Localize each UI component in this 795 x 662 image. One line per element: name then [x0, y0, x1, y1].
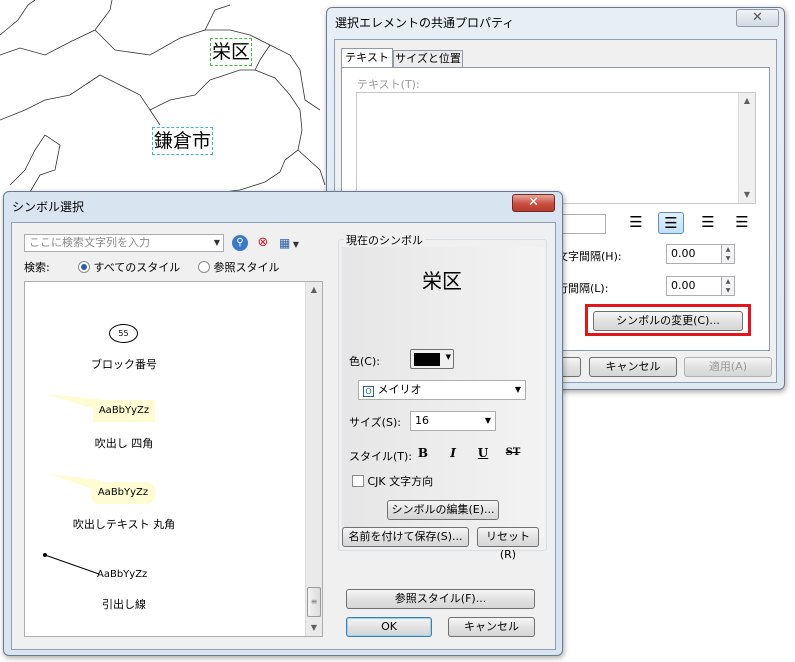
- symbol-selector-client: ここに検索文字列を入力 ▼ ⚲ ⊗ ▦ ▼ 検索: すべてのスタイル 参照スタイ…: [11, 222, 556, 650]
- tab-text-label: テキスト: [345, 51, 389, 64]
- char-spacing-field[interactable]: 0.00: [666, 244, 722, 264]
- change-symbol-button[interactable]: シンボルの変更(C)...: [593, 311, 743, 331]
- tab-text[interactable]: テキスト: [341, 48, 393, 68]
- bold-button[interactable]: B: [412, 443, 434, 463]
- chevron-down-icon[interactable]: ▼: [214, 235, 220, 251]
- leader-line: [43, 553, 100, 575]
- close-button[interactable]: ✕: [736, 9, 779, 27]
- leader-line-preview: AaBbYyZz: [97, 569, 148, 580]
- line-spacing-field[interactable]: 0.00: [666, 276, 722, 296]
- scroll-down-arrow-icon[interactable]: ▼: [739, 187, 755, 203]
- district-boundary: [0, 0, 113, 56]
- chevron-down-icon: ▼: [445, 353, 451, 361]
- scroll-up-arrow-icon[interactable]: ▲: [306, 282, 322, 298]
- underline-button[interactable]: U: [472, 443, 494, 463]
- font-value: メイリオ: [377, 383, 422, 396]
- radio-all-styles-icon[interactable]: [78, 261, 90, 273]
- radio-ref-styles-label: 参照スタイル: [213, 261, 280, 274]
- radio-ref-styles[interactable]: 参照スタイル: [198, 259, 280, 275]
- close-icon: ✕: [528, 195, 539, 210]
- view-options-icon[interactable]: ▦ ▼: [279, 234, 309, 252]
- cjk-checkbox-icon[interactable]: [352, 475, 364, 487]
- font-icon: O: [363, 386, 374, 397]
- italic-button[interactable]: I: [442, 443, 464, 463]
- map-label-kamakura[interactable]: 鎌倉市: [152, 127, 214, 155]
- char-spacing-spinner[interactable]: ▲ ▼: [721, 244, 735, 264]
- text-label: テキスト(T):: [357, 78, 420, 91]
- scroll-up-arrow-icon[interactable]: ▲: [739, 93, 755, 109]
- char-spacing-label: 文字間隔(H):: [557, 250, 622, 263]
- style-label: スタイル(T):: [349, 450, 413, 463]
- search-input[interactable]: ここに検索文字列を入力 ▼: [24, 234, 224, 252]
- symbol-selector-dialog: シンボル選択 ✕ ここに検索文字列を入力 ▼ ⚲ ⊗ ▦ ▼ 検索: すべてのス…: [3, 191, 563, 656]
- ref-styles-button[interactable]: 参照スタイル(F)...: [346, 589, 535, 609]
- align-justify-icon[interactable]: ☰: [729, 212, 755, 234]
- save-as-button[interactable]: 名前を付けて保存(S)...: [342, 527, 469, 547]
- symbol-name: 吹出しテキスト 丸角: [72, 518, 176, 531]
- search-label: 検索:: [24, 261, 50, 274]
- properties-title: 選択エレメントの共通プロパティ: [335, 16, 515, 30]
- align-center-icon[interactable]: ☰: [658, 212, 684, 234]
- block-number-preview: 55: [109, 324, 138, 343]
- cancel-button[interactable]: キャンセル: [448, 617, 535, 637]
- size-label: サイズ(S):: [349, 416, 401, 429]
- symbol-list[interactable]: ▲ ≡ ▼ 55 ブロック番号 AaBbYyZz 吹出し 四角 AaBbYyZz…: [24, 281, 323, 637]
- tab-size-position-label: サイズと位置: [395, 52, 461, 65]
- symbol-selector-titlebar[interactable]: シンボル選択: [4, 192, 562, 220]
- callout-square-preview: AaBbYyZz: [93, 400, 155, 422]
- line-spacing-label: 行間隔(L):: [557, 282, 609, 295]
- symbol-name: 吹出し 四角: [94, 437, 154, 450]
- align-left-icon[interactable]: ☰: [623, 212, 649, 234]
- district-boundary: [0, 0, 36, 36]
- callout-rounded-preview: AaBbYyZz: [91, 482, 155, 504]
- text-area[interactable]: ▲ ▼: [356, 92, 756, 204]
- clear-search-icon[interactable]: ⊗: [255, 235, 271, 251]
- cjk-label: CJK 文字方向: [367, 475, 434, 488]
- symbol-list-scrollbar[interactable]: ▲ ≡ ▼: [305, 282, 322, 636]
- text-area-scrollbar[interactable]: ▲ ▼: [738, 93, 755, 203]
- color-swatch: [414, 353, 440, 366]
- scroll-thumb[interactable]: ≡: [307, 587, 321, 617]
- district-boundary: [149, 109, 161, 126]
- current-symbol-label: 現在のシンボル: [344, 232, 425, 248]
- district-boundary: [214, 69, 303, 194]
- color-picker[interactable]: ▼: [410, 349, 454, 369]
- symbol-selector-title: シンボル選択: [12, 200, 85, 214]
- ok-button[interactable]: OK: [346, 617, 432, 637]
- close-icon: ✕: [752, 10, 763, 25]
- align-right-icon[interactable]: ☰: [695, 212, 721, 234]
- apply-button[interactable]: 適用(A): [684, 357, 772, 377]
- cancel-button[interactable]: キャンセル: [589, 357, 677, 377]
- chevron-down-icon: ▼: [484, 416, 491, 425]
- color-label: 色(C):: [349, 355, 380, 368]
- search-icon[interactable]: ⚲: [232, 235, 248, 251]
- font-select[interactable]: O メイリオ ▼: [358, 380, 526, 400]
- strikethrough-button[interactable]: ST: [502, 443, 524, 463]
- reset-button[interactable]: リセット(R): [477, 527, 539, 561]
- symbol-name: ブロック番号: [91, 358, 157, 371]
- symbol-name: 引出し線: [102, 598, 146, 611]
- district-boundary: [9, 134, 61, 193]
- radio-ref-styles-icon[interactable]: [198, 261, 210, 273]
- chevron-down-icon: ▼: [514, 385, 521, 394]
- current-symbol-preview: 栄区: [422, 269, 462, 293]
- edit-symbol-button[interactable]: シンボルの編集(E)...: [387, 500, 499, 520]
- font-name-field[interactable]: [560, 214, 606, 234]
- size-select[interactable]: 16 ▼: [410, 411, 496, 431]
- map-label-sakae[interactable]: 栄区: [210, 38, 253, 66]
- scroll-down-arrow-icon[interactable]: ▼: [306, 620, 322, 636]
- district-boundary: [297, 149, 326, 186]
- close-button[interactable]: ✕: [512, 194, 555, 212]
- line-spacing-spinner[interactable]: ▲ ▼: [721, 276, 735, 296]
- size-value: 16: [415, 414, 429, 427]
- radio-all-styles-label: すべてのスタイル: [93, 261, 181, 274]
- radio-all-styles[interactable]: すべてのスタイル: [78, 259, 180, 275]
- cjk-checkbox[interactable]: CJK 文字方向: [352, 473, 433, 489]
- tab-size-position[interactable]: サイズと位置: [393, 50, 463, 68]
- properties-titlebar[interactable]: 選択エレメントの共通プロパティ: [327, 8, 784, 36]
- search-placeholder: ここに検索文字列を入力: [29, 236, 150, 249]
- district-boundary: [0, 74, 101, 121]
